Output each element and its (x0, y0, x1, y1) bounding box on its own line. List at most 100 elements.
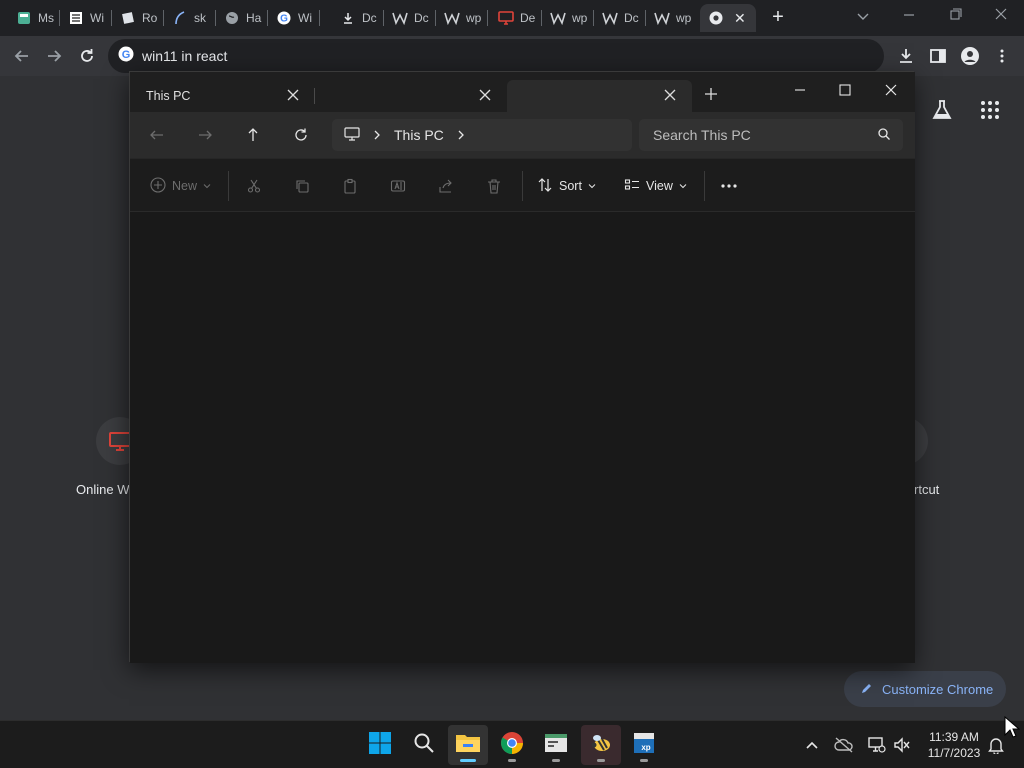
chrome-tab[interactable]: Dc (332, 4, 384, 32)
close-window-icon[interactable] (868, 76, 914, 104)
side-panel-icon[interactable] (926, 44, 950, 68)
explorer-navigation-bar: This PC Search This PC (130, 112, 915, 158)
system-clock[interactable]: 11:39 AM 11/7/2023 (916, 729, 992, 761)
close-icon[interactable] (285, 87, 301, 103)
kebab-menu-icon[interactable] (990, 44, 1014, 68)
chrome-tab[interactable]: Ms (8, 4, 60, 32)
chrome-tab[interactable]: De (490, 4, 542, 32)
taskbar-search-button[interactable] (404, 725, 444, 765)
file-explorer-window: This PC This PC Search This PC New Sort … (129, 71, 915, 663)
chrome-tab[interactable]: Dc (384, 4, 436, 32)
start-button[interactable] (360, 725, 400, 765)
chrome-icon (500, 731, 524, 760)
doc-icon (120, 10, 136, 26)
chevron-right-icon[interactable] (456, 127, 466, 143)
google-icon: G (276, 10, 292, 26)
monitor-icon (344, 126, 360, 144)
tab-search-icon[interactable] (855, 8, 871, 24)
w-icon (550, 10, 566, 26)
w-icon (444, 10, 460, 26)
sort-button[interactable]: Sort (537, 174, 596, 198)
customize-chrome-button[interactable]: Customize Chrome (844, 671, 1006, 707)
globe-icon (224, 10, 240, 26)
taskbar-app-terminal[interactable] (536, 725, 576, 765)
chrome-tab[interactable]: wp (646, 4, 698, 32)
omnibox[interactable]: G win11 in react (108, 39, 884, 73)
paste-icon[interactable] (342, 174, 358, 198)
restore-icon[interactable] (944, 6, 966, 24)
chrome-tab[interactable]: wp (436, 4, 488, 32)
chrome-tab[interactable]: Ha (216, 4, 268, 32)
chrome-tab[interactable]: Ro (112, 4, 164, 32)
search-icon (413, 732, 435, 759)
bee-app-icon (589, 731, 613, 760)
close-icon[interactable]: ✕ (734, 10, 746, 27)
refresh-icon[interactable] (289, 123, 313, 147)
chrome-tab[interactable]: Dc (594, 4, 646, 32)
copy-icon[interactable] (294, 174, 310, 198)
explorer-tab-2[interactable] (322, 80, 507, 112)
chrome-tab[interactable]: sk (164, 4, 216, 32)
breadcrumb-this-pc[interactable]: This PC (394, 127, 444, 143)
w-icon (654, 10, 670, 26)
download-icon[interactable] (894, 44, 918, 68)
maximize-icon[interactable] (822, 76, 868, 104)
explorer-tab-this-pc[interactable]: This PC (130, 80, 315, 112)
new-tab-button[interactable]: + (768, 7, 788, 28)
explorer-tab-label: This PC (146, 89, 191, 103)
delete-icon[interactable] (486, 174, 502, 198)
sort-icon (537, 177, 553, 196)
volume-muted-icon[interactable] (892, 735, 912, 755)
taskbar-app-xp[interactable]: xp (624, 725, 664, 765)
notification-bell-icon[interactable] (986, 735, 1006, 755)
minimize-icon[interactable] (898, 6, 920, 24)
cut-icon[interactable] (246, 174, 262, 198)
search-input[interactable]: Search This PC (653, 127, 751, 143)
show-hidden-icons-chevron-up-icon[interactable] (802, 735, 822, 755)
back-icon[interactable] (10, 44, 34, 68)
chrome-tab-label: sk (194, 11, 206, 25)
up-arrow-icon[interactable] (241, 123, 265, 147)
share-icon[interactable] (438, 174, 454, 198)
chrome-tab-label: De (520, 11, 536, 25)
network-disconnected-icon[interactable] (866, 735, 886, 755)
add-tab-icon[interactable] (703, 86, 719, 102)
download-icon (340, 10, 356, 26)
rename-icon[interactable] (390, 174, 406, 198)
search-box[interactable]: Search This PC (639, 119, 903, 151)
taskbar-chrome[interactable] (492, 725, 532, 765)
profile-avatar[interactable] (958, 44, 982, 68)
new-button[interactable]: New (150, 174, 211, 198)
folder-icon (455, 732, 481, 759)
windows-taskbar: xp 11:39 AM 11/7/2023 (0, 720, 1024, 768)
taskbar-file-explorer[interactable] (448, 725, 488, 765)
chrome-tab[interactable]: wp (542, 4, 594, 32)
chrome-tab[interactable]: Wi (60, 4, 112, 32)
explorer-tab-3-active[interactable] (507, 80, 692, 112)
chevron-down-icon (588, 179, 596, 193)
chrome-tab-label: wp (676, 11, 692, 25)
chrome-tab[interactable]: G Wi (268, 4, 320, 32)
forward-arrow-icon[interactable] (193, 123, 217, 147)
chrome-tab-label: Dc (362, 11, 377, 25)
more-options-icon[interactable] (720, 174, 738, 198)
chrome-tab-label: Ms (38, 11, 54, 25)
onedrive-offline-icon[interactable] (834, 735, 854, 755)
taskbar-app-active[interactable] (581, 725, 621, 765)
close-window-icon[interactable] (990, 6, 1012, 24)
chrome-tab-label: Ha (246, 11, 262, 25)
forward-icon[interactable] (42, 44, 66, 68)
svg-text:G: G (122, 49, 131, 61)
close-icon[interactable] (662, 87, 678, 103)
address-bar[interactable]: This PC (332, 119, 632, 151)
labs-flask-icon[interactable] (930, 98, 954, 122)
explorer-content-area[interactable] (130, 212, 915, 663)
back-arrow-icon[interactable] (145, 123, 169, 147)
apps-grid-icon[interactable] (978, 98, 1002, 122)
chrome-tab-active[interactable]: ✕ (700, 4, 756, 32)
minimize-icon[interactable] (777, 76, 823, 104)
view-button[interactable]: View (624, 174, 687, 198)
reload-icon[interactable] (75, 44, 99, 68)
close-icon[interactable] (477, 87, 493, 103)
chevron-right-icon[interactable] (372, 127, 382, 143)
